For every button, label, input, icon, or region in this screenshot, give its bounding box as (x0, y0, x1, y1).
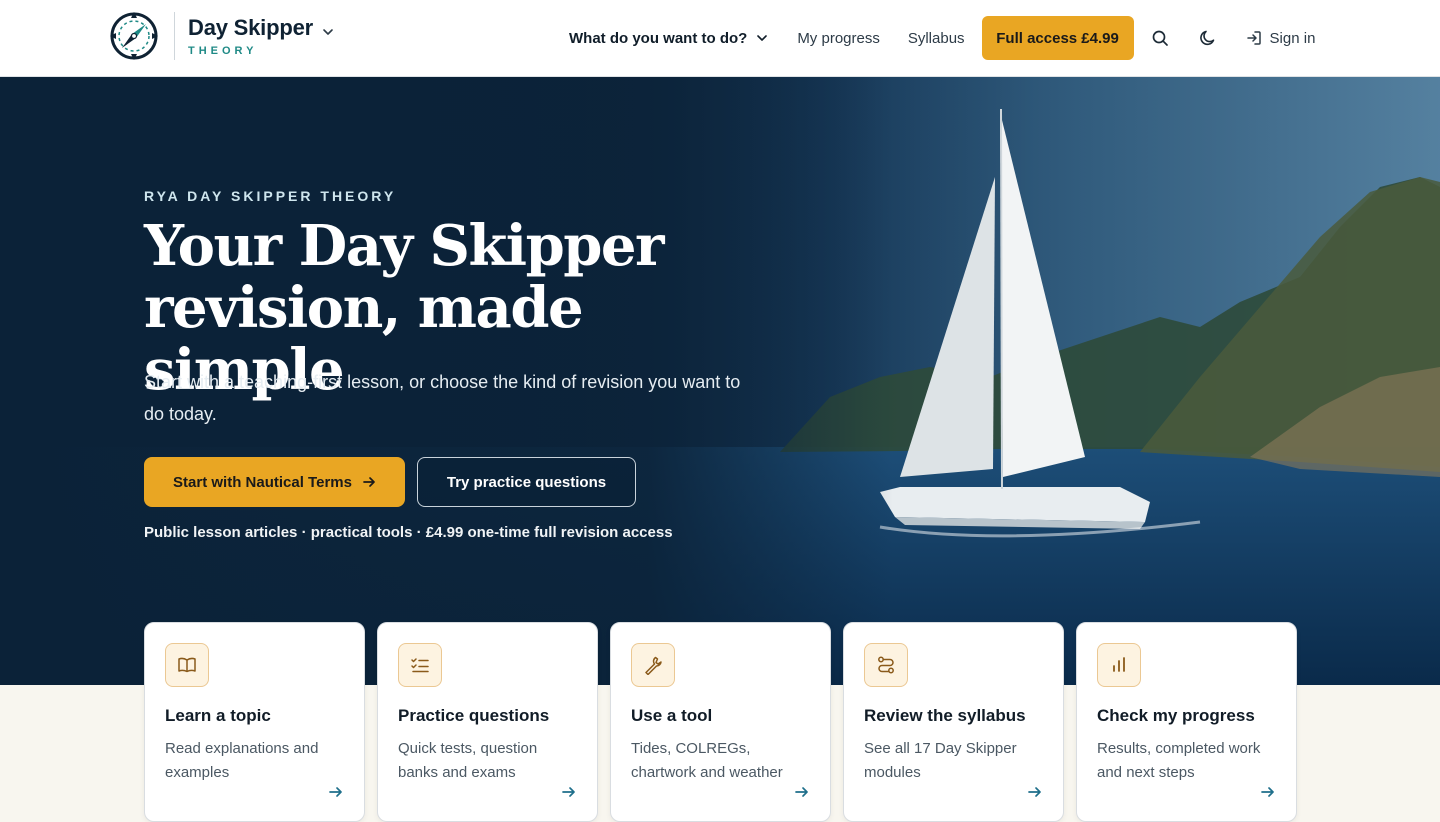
card-description: See all 17 Day Skipper modules (864, 740, 1017, 781)
card-icon-box (864, 643, 908, 687)
arrow-right-icon (562, 787, 575, 797)
wrench-icon (645, 656, 662, 675)
bar-chart-icon (1113, 657, 1125, 672)
hero-section: RYA DAY SKIPPER THEORY Your Day Skipper … (0, 77, 1440, 685)
card-title: Learn a topic (165, 706, 271, 725)
full-access-button[interactable]: Full access £4.99 (981, 16, 1134, 60)
card-title: Use a tool (631, 706, 713, 725)
arrow-right-icon (795, 787, 808, 797)
brand-divider (174, 12, 175, 60)
sign-in-label: Sign in (1269, 29, 1316, 47)
hero-note: Public lesson articles · practical tools… (144, 524, 673, 541)
compass-logo-icon (110, 12, 158, 60)
card-description: Results, completed work and next steps (1097, 740, 1261, 781)
card-title: Review the syllabus (864, 706, 1026, 725)
nav-what-do-you-want-dropdown[interactable]: What do you want to do? (569, 16, 769, 60)
sign-in-link[interactable]: Sign in (1246, 29, 1316, 47)
card-practice-questions[interactable]: Practice questions Quick tests, question… (377, 622, 598, 822)
brand-home-link[interactable]: Day Skipper THEORY (106, 8, 335, 64)
hero-title-line1: Your Day Skipper (144, 213, 665, 279)
card-learn-a-topic[interactable]: Learn a topic Read explanations and exam… (144, 622, 365, 822)
search-button[interactable] (1148, 26, 1172, 50)
nav-syllabus-link[interactable]: Syllabus (908, 16, 965, 60)
card-icon-box (631, 643, 675, 687)
card-check-my-progress[interactable]: Check my progress Results, completed wor… (1076, 622, 1297, 822)
chevron-down-icon (757, 35, 768, 41)
moon-icon (1199, 30, 1214, 46)
card-title: Practice questions (398, 706, 550, 725)
card-description: Read explanations and examples (165, 740, 319, 781)
hero-kicker: RYA DAY SKIPPER THEORY (144, 188, 397, 204)
checklist-icon (411, 658, 429, 673)
hero-lead: Start with a teaching-first lesson, or c… (144, 372, 741, 424)
card-icon-box (398, 643, 442, 687)
card-title: Check my progress (1097, 706, 1255, 725)
site-header: Day Skipper THEORY What do you want to d… (0, 0, 1440, 77)
start-button-label: Start with Nautical Terms (173, 473, 352, 491)
arrow-right-icon (1028, 787, 1041, 797)
chevron-down-icon[interactable] (321, 25, 335, 39)
card-description: Tides, COLREGs, chartwork and weather (631, 740, 783, 781)
arrow-right-icon (363, 477, 375, 487)
book-icon (178, 657, 196, 673)
card-use-a-tool[interactable]: Use a tool Tides, COLREGs, chartwork and… (610, 622, 831, 822)
nav-what-label: What do you want to do? (569, 29, 748, 47)
brand-wordmark: Day Skipper THEORY (188, 15, 313, 57)
sign-in-icon (1246, 31, 1261, 45)
arrow-right-icon (1261, 787, 1274, 797)
try-practice-questions-button[interactable]: Try practice questions (417, 457, 636, 507)
dark-mode-toggle[interactable] (1196, 26, 1220, 50)
action-cards: Learn a topic Read explanations and exam… (144, 622, 1297, 822)
card-icon-box (1097, 643, 1141, 687)
arrow-right-icon (329, 787, 342, 797)
nav-my-progress-link[interactable]: My progress (797, 16, 880, 60)
start-nautical-terms-button[interactable]: Start with Nautical Terms (144, 457, 405, 507)
main-nav: What do you want to do? My progress Syll… (569, 16, 1315, 60)
brand-name: Day Skipper (188, 15, 313, 40)
card-icon-box (165, 643, 209, 687)
route-icon (878, 656, 894, 674)
brand-subtitle: THEORY (188, 45, 258, 57)
search-icon (1152, 30, 1168, 46)
card-review-the-syllabus[interactable]: Review the syllabus See all 17 Day Skipp… (843, 622, 1064, 822)
card-description: Quick tests, question banks and exams (398, 740, 538, 781)
